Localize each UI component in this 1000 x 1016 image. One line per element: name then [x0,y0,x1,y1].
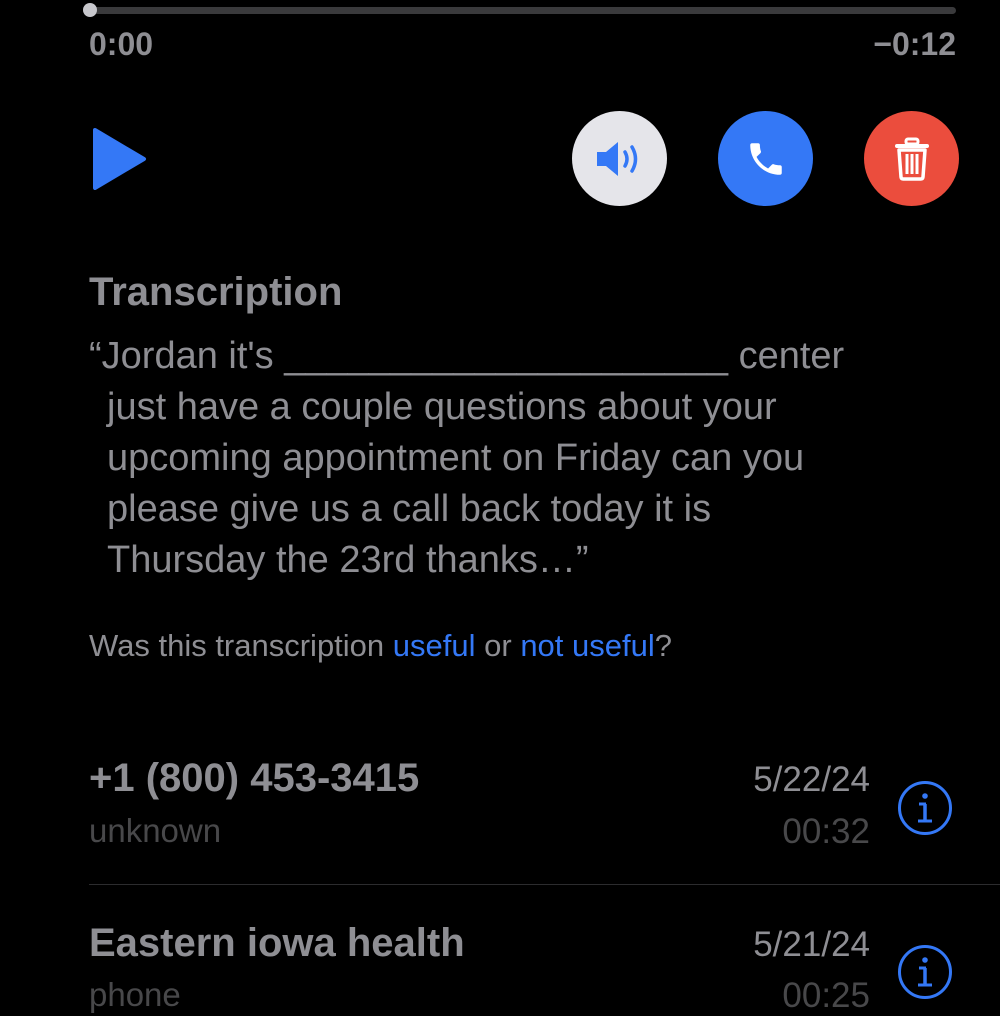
useful-link[interactable]: useful [393,628,476,663]
voicemail-duration: 00:25 [782,976,870,1015]
transcription-line: please give us a call back today it is [107,488,712,530]
voicemail-duration: 00:32 [782,812,870,851]
elapsed-time: 0:00 [89,26,154,62]
scrubber-knob[interactable] [83,3,97,17]
not-useful-link[interactable]: not useful [520,628,654,663]
play-button[interactable] [92,128,148,190]
list-divider [89,884,1000,885]
info-icon [898,781,952,835]
transcription-heading: Transcription [89,270,343,314]
voicemail-date: 5/22/24 [753,760,870,799]
remaining-time: −0:12 [873,26,956,62]
info-button[interactable] [897,780,953,836]
info-button[interactable] [897,944,953,1000]
feedback-middle: or [475,628,521,663]
transcription-line: “Jordan it's _____________________ cente… [89,335,845,377]
info-icon [898,945,952,999]
transcription-line: upcoming appointment on Friday can you [107,437,805,479]
feedback-suffix: ? [654,628,672,663]
trash-icon [894,137,929,181]
voicemail-label: unknown [89,812,222,849]
play-icon [93,128,146,190]
feedback-prefix: Was this transcription [89,628,393,663]
voicemail-label: phone [89,976,181,1013]
voicemail-caller[interactable]: +1 (800) 453-3415 [89,756,419,801]
delete-button[interactable] [864,111,959,206]
transcription-line: Thursday the 23rd thanks…” [107,539,589,581]
transcription-line: just have a couple questions about your [107,386,777,428]
transcription-feedback: Was this transcription useful or not use… [89,628,672,664]
playback-scrubber[interactable] [89,7,956,14]
call-back-button[interactable] [718,111,813,206]
speaker-icon [596,141,637,176]
voicemail-date: 5/21/24 [753,925,870,964]
voicemail-caller[interactable]: Eastern iowa health [89,921,465,966]
phone-icon [749,142,782,175]
speaker-button[interactable] [572,111,667,206]
